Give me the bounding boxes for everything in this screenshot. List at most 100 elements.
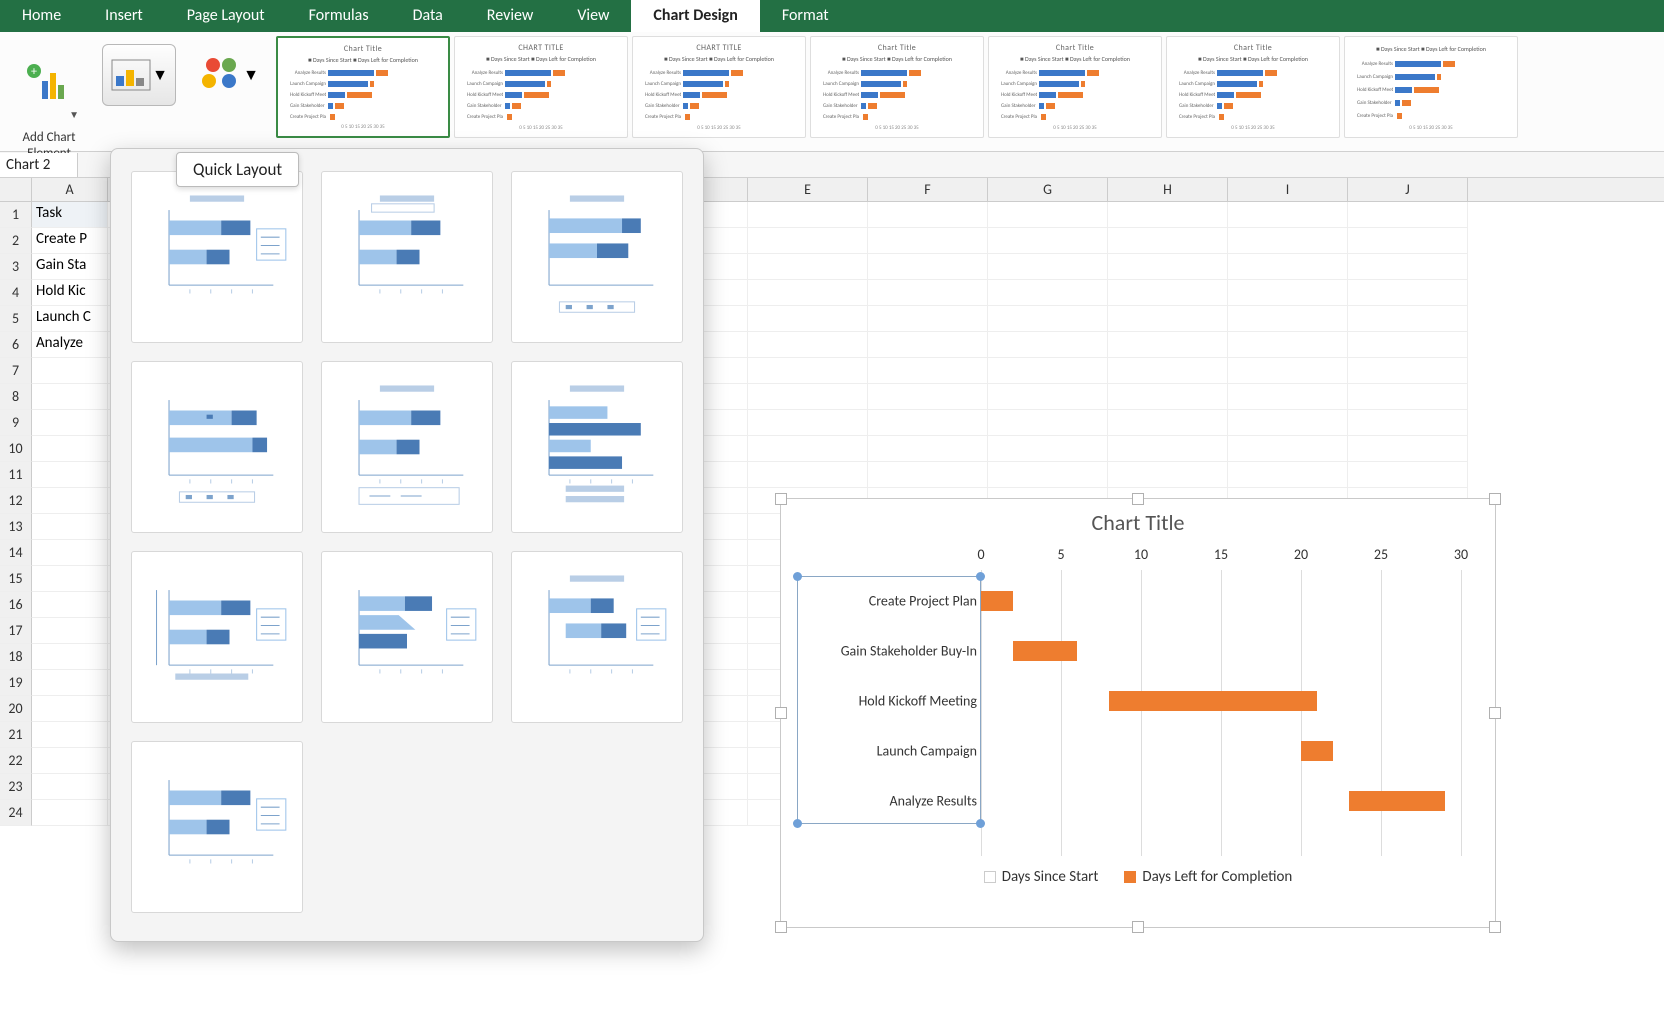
chart-legend[interactable]: Days Since Start Days Left for Completio… xyxy=(781,868,1495,886)
quick-layout-option[interactable] xyxy=(321,171,493,343)
col-header-J[interactable]: J xyxy=(1348,178,1468,201)
cell[interactable] xyxy=(1348,436,1468,462)
cell[interactable] xyxy=(868,436,988,462)
row-header-11[interactable]: 11 xyxy=(0,462,32,488)
cell[interactable] xyxy=(1228,332,1348,358)
cell[interactable] xyxy=(32,358,108,384)
chart-plot-area[interactable]: 051015202530Create Project PlanGain Stak… xyxy=(801,546,1475,856)
cell[interactable] xyxy=(748,280,868,306)
row-header-20[interactable]: 20 xyxy=(0,696,32,722)
cell[interactable] xyxy=(32,436,108,462)
cell[interactable] xyxy=(988,254,1108,280)
cell[interactable] xyxy=(868,306,988,332)
cell[interactable] xyxy=(988,280,1108,306)
gantt-bar[interactable] xyxy=(981,591,1013,611)
cell[interactable] xyxy=(32,800,108,826)
cell[interactable] xyxy=(748,254,868,280)
row-header-17[interactable]: 17 xyxy=(0,618,32,644)
cell[interactable] xyxy=(748,332,868,358)
cell[interactable] xyxy=(1348,410,1468,436)
cell[interactable]: Analyze xyxy=(32,332,108,358)
cell[interactable] xyxy=(1348,384,1468,410)
cell[interactable] xyxy=(748,202,868,228)
tab-chart-design[interactable]: Chart Design xyxy=(631,0,759,32)
chart-style-option-4[interactable]: Chart Title■ Days Since Start ■ Days Lef… xyxy=(810,36,984,138)
cell[interactable]: Launch C xyxy=(32,306,108,332)
cell[interactable] xyxy=(1108,384,1228,410)
cell[interactable] xyxy=(32,488,108,514)
cell[interactable] xyxy=(1348,332,1468,358)
row-header-4[interactable]: 4 xyxy=(0,280,32,306)
quick-layout-option[interactable] xyxy=(131,361,303,533)
cell[interactable] xyxy=(32,540,108,566)
cell[interactable] xyxy=(748,436,868,462)
cell[interactable] xyxy=(1108,332,1228,358)
cell[interactable] xyxy=(868,254,988,280)
cell[interactable] xyxy=(868,384,988,410)
cell[interactable] xyxy=(748,462,868,488)
cell[interactable] xyxy=(32,592,108,618)
tab-home[interactable]: Home xyxy=(0,0,83,32)
row-header-1[interactable]: 1 xyxy=(0,202,32,228)
cell[interactable] xyxy=(748,228,868,254)
name-box[interactable]: Chart 2 xyxy=(0,153,78,177)
row-header-24[interactable]: 24 xyxy=(0,800,32,826)
cell[interactable]: Gain Sta xyxy=(32,254,108,280)
row-header-9[interactable]: 9 xyxy=(0,410,32,436)
quick-layout-option[interactable] xyxy=(321,361,493,533)
row-header-14[interactable]: 14 xyxy=(0,540,32,566)
cell[interactable] xyxy=(32,774,108,800)
quick-layout-option[interactable] xyxy=(131,551,303,723)
col-header-H[interactable]: H xyxy=(1108,178,1228,201)
chart-style-option-1[interactable]: Chart Title■ Days Since Start ■ Days Lef… xyxy=(276,36,450,138)
cell[interactable] xyxy=(988,332,1108,358)
cell[interactable] xyxy=(1348,254,1468,280)
row-header-15[interactable]: 15 xyxy=(0,566,32,592)
cell[interactable] xyxy=(1228,358,1348,384)
cell[interactable] xyxy=(1108,202,1228,228)
tab-view[interactable]: View xyxy=(555,0,631,32)
cell[interactable] xyxy=(1228,254,1348,280)
cell[interactable] xyxy=(988,462,1108,488)
cell[interactable] xyxy=(1108,436,1228,462)
cell[interactable] xyxy=(748,410,868,436)
cell[interactable] xyxy=(1228,228,1348,254)
cell[interactable] xyxy=(988,384,1108,410)
cell[interactable] xyxy=(1108,410,1228,436)
row-header-16[interactable]: 16 xyxy=(0,592,32,618)
quick-layout-option[interactable] xyxy=(511,551,683,723)
row-header-21[interactable]: 21 xyxy=(0,722,32,748)
cell[interactable] xyxy=(1228,410,1348,436)
cell[interactable] xyxy=(868,462,988,488)
row-header-10[interactable]: 10 xyxy=(0,436,32,462)
cell[interactable] xyxy=(32,410,108,436)
cell[interactable] xyxy=(1108,358,1228,384)
cell[interactable] xyxy=(868,358,988,384)
cell[interactable] xyxy=(1348,462,1468,488)
quick-layout-option[interactable] xyxy=(131,741,303,913)
cell[interactable] xyxy=(1108,462,1228,488)
col-header-F[interactable]: F xyxy=(868,178,988,201)
quick-layout-button[interactable]: ▼ xyxy=(102,44,176,106)
row-header-7[interactable]: 7 xyxy=(0,358,32,384)
cell[interactable] xyxy=(748,306,868,332)
cell[interactable] xyxy=(32,514,108,540)
cell[interactable] xyxy=(1228,462,1348,488)
cell[interactable] xyxy=(988,410,1108,436)
cell[interactable] xyxy=(988,202,1108,228)
cell[interactable] xyxy=(868,228,988,254)
cell[interactable] xyxy=(32,566,108,592)
row-header-23[interactable]: 23 xyxy=(0,774,32,800)
cell[interactable] xyxy=(1228,384,1348,410)
cell[interactable] xyxy=(988,436,1108,462)
add-chart-element-button[interactable]: + ▼ xyxy=(14,38,84,128)
cell[interactable] xyxy=(1108,254,1228,280)
tab-format[interactable]: Format xyxy=(760,0,851,32)
cell[interactable]: Task xyxy=(32,202,108,228)
gantt-bar[interactable] xyxy=(1301,741,1333,761)
row-header-6[interactable]: 6 xyxy=(0,332,32,358)
cell[interactable] xyxy=(32,618,108,644)
cell[interactable] xyxy=(1108,306,1228,332)
chart-style-option-5[interactable]: Chart Title■ Days Since Start ■ Days Lef… xyxy=(988,36,1162,138)
cell[interactable] xyxy=(748,358,868,384)
